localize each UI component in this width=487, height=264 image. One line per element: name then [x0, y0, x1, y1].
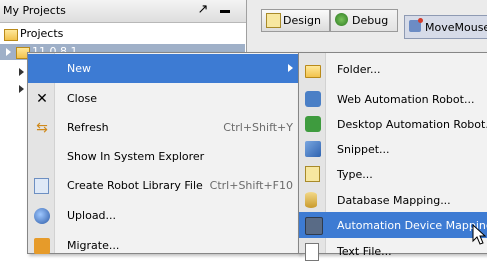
menu-item-shortcut: Ctrl+Shift+Y	[223, 121, 293, 134]
close-icon: ✕	[36, 91, 48, 107]
tab-label: MoveMouse...	[425, 21, 487, 34]
modified-dot-icon	[418, 18, 423, 23]
minimize-icon[interactable]	[220, 10, 230, 13]
menu-item-shortcut: Ctrl+Shift+F10	[209, 179, 293, 192]
folder-icon	[4, 29, 18, 41]
submenu-item-automation-device-mapping[interactable]: Automation Device Mapping...	[299, 212, 487, 238]
menu-item-label: Web Automation Robot...	[337, 93, 475, 106]
menu-item-close[interactable]: ✕ Close	[28, 84, 299, 113]
migrate-icon	[34, 238, 50, 254]
menu-item-label: Close	[67, 92, 97, 105]
submenu-item-database-mapping[interactable]: Database Mapping...	[299, 187, 487, 213]
file-tab[interactable]: MoveMouse...	[404, 15, 487, 39]
tab-design[interactable]: Design	[261, 9, 330, 32]
snippet-icon	[305, 141, 321, 157]
menu-item-create-robot-library-file[interactable]: Create Robot Library File Ctrl+Shift+F10	[28, 171, 299, 200]
menu-item-refresh[interactable]: ⇆ Refresh Ctrl+Shift+Y	[28, 113, 299, 142]
mouse-cursor-icon	[472, 224, 486, 245]
folder-icon	[305, 65, 321, 78]
projects-panel-title: My Projects	[3, 4, 66, 17]
submenu-item-snippet[interactable]: Snippet...	[299, 136, 487, 162]
submenu-item-desktop-automation-robot[interactable]: Desktop Automation Robot...	[299, 111, 487, 137]
menu-item-label: Refresh	[67, 121, 109, 134]
menu-item-label: Desktop Automation Robot...	[337, 118, 487, 131]
menu-item-upload[interactable]: Upload...	[28, 201, 299, 230]
projects-panel-header: My Projects ↗	[0, 0, 246, 23]
expand-arrow-icon[interactable]	[19, 85, 24, 93]
maximize-icon[interactable]: ↗	[196, 3, 210, 17]
menu-item-label: Type...	[337, 168, 373, 181]
text-file-icon	[305, 243, 319, 261]
new-submenu: Folder... Web Automation Robot... Deskto…	[298, 52, 487, 261]
menu-item-label: Text File...	[337, 245, 392, 258]
tab-debug[interactable]: Debug	[330, 9, 398, 32]
library-icon	[34, 178, 49, 194]
expand-arrow-icon[interactable]	[19, 68, 24, 76]
menu-item-label: Show In System Explorer	[67, 150, 205, 163]
menu-item-label: Automation Device Mapping...	[337, 219, 487, 232]
context-menu: New ✕ Close ⇆ Refresh Ctrl+Shift+Y Show …	[27, 52, 300, 254]
refresh-icon: ⇆	[36, 120, 48, 136]
tab-label: Design	[283, 14, 321, 27]
menu-item-migrate[interactable]: Migrate...	[28, 231, 299, 260]
menu-item-label: Snippet...	[337, 143, 390, 156]
expand-arrow-icon[interactable]	[6, 48, 11, 56]
database-icon	[305, 192, 317, 208]
menu-item-label: Upload...	[67, 209, 117, 222]
tree-item-label: Projects	[20, 27, 64, 40]
bug-icon	[335, 13, 348, 26]
submenu-item-text-file[interactable]: Text File...	[299, 238, 487, 264]
menu-item-label: Migrate...	[67, 239, 120, 252]
menu-item-label: Create Robot Library File	[67, 179, 203, 192]
device-mapping-icon	[305, 217, 323, 235]
web-robot-icon	[305, 91, 321, 107]
menu-item-show-in-system-explorer[interactable]: Show In System Explorer	[28, 142, 299, 171]
upload-icon	[34, 208, 50, 224]
design-icon	[266, 13, 281, 28]
menu-item-label: New	[67, 62, 91, 75]
submenu-item-type[interactable]: Type...	[299, 161, 487, 187]
menu-item-label: Folder...	[337, 63, 381, 76]
submenu-item-folder[interactable]: Folder...	[299, 56, 487, 82]
menu-item-new[interactable]: New	[28, 54, 299, 83]
submenu-arrow-icon	[288, 64, 293, 72]
type-icon	[305, 166, 320, 182]
submenu-item-web-automation-robot[interactable]: Web Automation Robot...	[299, 86, 487, 112]
desktop-robot-icon	[305, 116, 321, 132]
tab-label: Debug	[352, 14, 389, 27]
menu-item-label: Database Mapping...	[337, 194, 451, 207]
